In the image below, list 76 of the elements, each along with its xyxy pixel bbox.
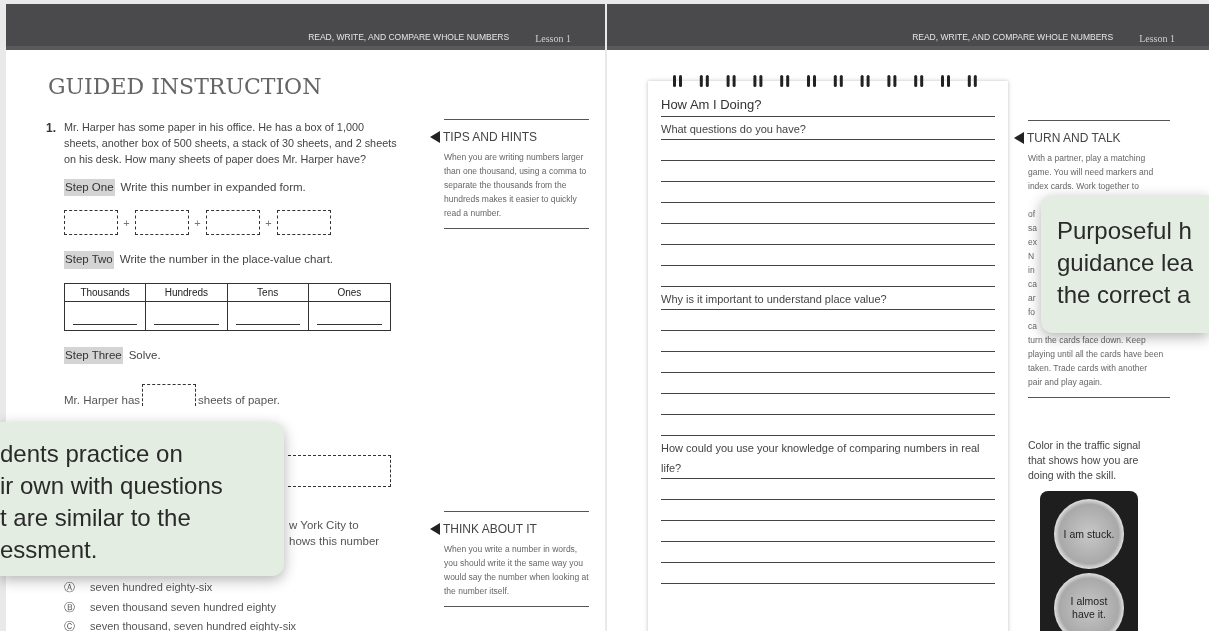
sidebar-text: With a partner, play a matching: [1028, 152, 1147, 165]
sidebar-text: playing until all the cards have been: [1028, 348, 1165, 361]
step-label: Step Three: [64, 346, 123, 364]
sidebar-text: sa: [1028, 222, 1037, 235]
lesson-label: Lesson 1: [535, 32, 571, 46]
fill-in-line[interactable]: [235, 323, 300, 325]
sidebar-text: turn the cards face down. Keep: [1028, 334, 1147, 347]
sidebar-text: index cards. Work together to: [1028, 180, 1140, 193]
column-header: Tens: [227, 283, 308, 302]
answer-box[interactable]: [277, 210, 331, 236]
journal-prompt: Why is it important to understand place value?: [661, 287, 995, 310]
callout-text: guidance lea: [1057, 248, 1194, 278]
sidebar-text: game. You will need markers and: [1028, 166, 1155, 179]
section-heading: GUIDED INSTRUCTION: [48, 73, 323, 101]
fill-in-line[interactable]: [316, 323, 382, 325]
journal-prompt: What questions do you have?: [661, 117, 995, 140]
sentence-end: sheets of paper.: [198, 392, 280, 408]
fill-in-line[interactable]: [73, 323, 138, 325]
sidebar-heading: TIPS AND HINTS: [443, 129, 537, 146]
sidebar-text: taken. Trade cards with another: [1028, 362, 1149, 375]
fill-in-line[interactable]: [154, 323, 219, 325]
sidebar-heading: THINK ABOUT IT: [443, 521, 537, 538]
callout-text: the correct a: [1057, 280, 1191, 310]
sidebar-text: When you are writing numbers larger than one thousand, using a comma to separate the thousands from the hundreds makes it easier to quickly read a number.: [444, 151, 588, 220]
sidebar-text: fo: [1028, 306, 1036, 319]
step-label: Step Two: [64, 251, 114, 269]
sidebar-text: of: [1028, 208, 1036, 221]
sidebar-text: pair and play again.: [1028, 376, 1104, 389]
plus-sign: +: [122, 215, 131, 231]
signal-light[interactable]: I almost have it.: [1054, 573, 1124, 631]
option-text: seven thousand seven hundred eighty: [90, 599, 276, 615]
answer-box[interactable]: [135, 210, 189, 236]
column-header: Hundreds: [146, 283, 227, 302]
callout-text: essment.: [0, 535, 98, 565]
journal-prompt: How could you use your knowledge of comparing numbers in real life?: [661, 436, 995, 479]
callout-text: dents practice on: [0, 439, 183, 469]
plus-sign: +: [193, 215, 202, 231]
question-text: hows this number: [289, 534, 381, 549]
sidebar-text: in: [1028, 264, 1035, 277]
option-text: seven hundred eighty-six: [90, 580, 213, 595]
answer-box[interactable]: [206, 210, 260, 236]
sidebar-text: ca: [1028, 320, 1037, 333]
option-letter[interactable]: Ⓑ: [64, 598, 80, 615]
callout-text: ir own with questions: [0, 471, 223, 501]
step-text: Solve.: [128, 347, 161, 363]
answer-box[interactable]: [142, 383, 197, 406]
option-letter[interactable]: Ⓐ: [64, 579, 80, 596]
sidebar-heading: TURN AND TALK: [1027, 130, 1121, 147]
callout-text: Purposeful h: [1057, 216, 1192, 246]
pointer-icon: [430, 131, 440, 143]
pointer-icon: [430, 523, 440, 535]
sidebar-text: When you write a number in words, you should write it the same way you would say the number when looking at the number itself.: [444, 543, 589, 598]
answer-box[interactable]: [288, 455, 391, 487]
step-text: Write this number in expanded form.: [120, 180, 306, 195]
signal-light[interactable]: I am stuck.: [1054, 499, 1124, 569]
option-letter[interactable]: Ⓒ: [64, 618, 80, 631]
sidebar-text: ex: [1028, 236, 1037, 249]
sidebar-text: ca: [1028, 278, 1037, 291]
sidebar-text: ar: [1028, 292, 1036, 305]
step-text: Write the number in the place-value chart.: [119, 252, 334, 268]
question-text: Mr. Harper has some paper in his office. He has a box of 1,000 sheets, another box of 500 sheets, a stack of 30 sheets, and 2 sheets on his desk. How many sheets of paper does Mr. Harper have?: [64, 120, 398, 167]
answer-box[interactable]: [64, 210, 118, 236]
section-title: READ, WRITE, AND COMPARE WHOLE NUMBERS: [308, 31, 510, 44]
question-text: w York City to: [289, 518, 360, 533]
step-label: Step One: [64, 179, 115, 197]
traffic-instruction: Color in the traffic signal that shows how you are doing with the skill.: [1028, 438, 1142, 483]
sentence-start: Mr. Harper has: [64, 392, 141, 408]
journal-title: How Am I Doing?: [661, 95, 995, 117]
lesson-label: Lesson 1: [1139, 32, 1175, 46]
column-header: Thousands: [65, 283, 146, 302]
sidebar-text: N: [1028, 250, 1035, 263]
column-header: Ones: [308, 283, 390, 302]
section-title: READ, WRITE, AND COMPARE WHOLE NUMBERS: [912, 31, 1114, 44]
callout-text: t are similar to the: [0, 503, 191, 533]
pointer-icon: [1014, 132, 1024, 144]
plus-sign: +: [264, 215, 273, 231]
